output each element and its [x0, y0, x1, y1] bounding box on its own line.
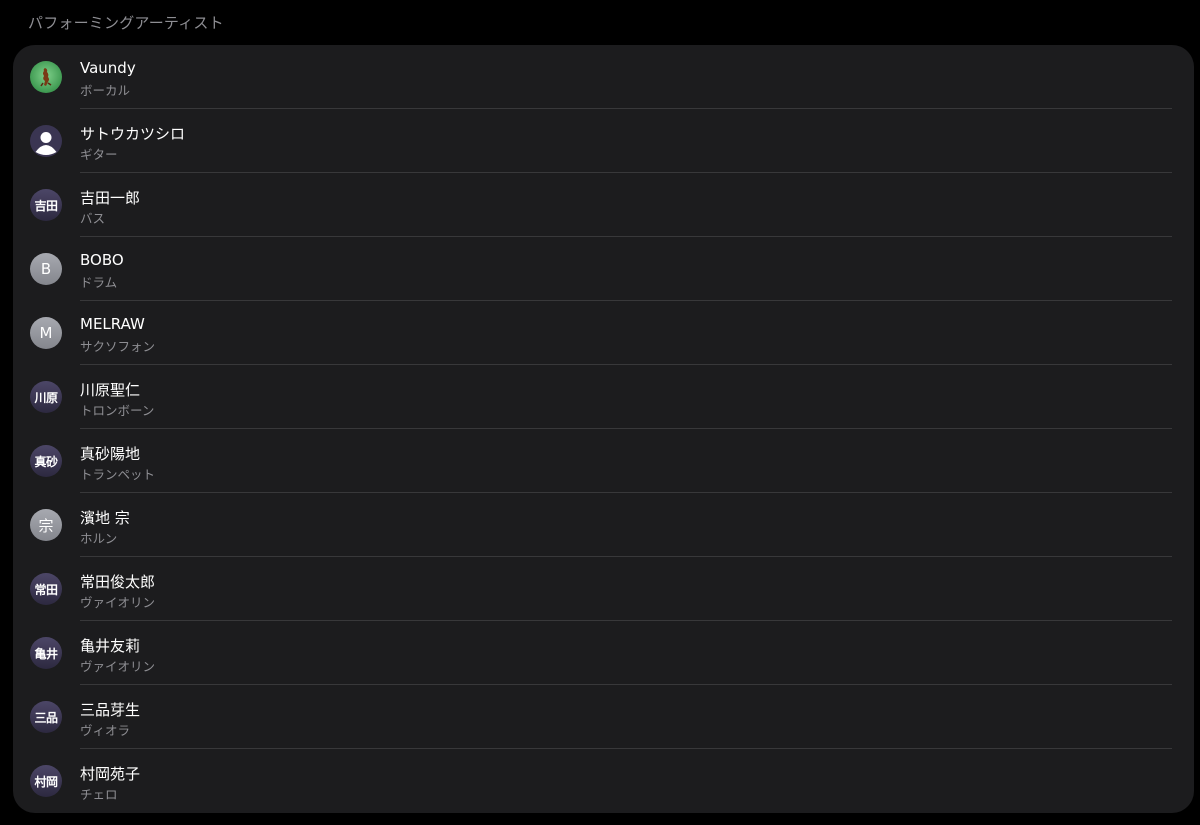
- section-header-performing-artists: パフォーミングアーティスト: [28, 14, 224, 32]
- artist-row[interactable]: 川原 川原聖仁 トロンボーン: [13, 365, 1194, 429]
- artist-name: 村岡苑子: [80, 765, 141, 783]
- avatar: 宗: [30, 509, 62, 541]
- avatar-monogram: 川原: [34, 390, 58, 405]
- avatar: M: [30, 317, 62, 349]
- artist-row[interactable]: Vaundy ボーカル: [13, 45, 1194, 109]
- artist-name: 川原聖仁: [80, 381, 141, 399]
- artist-row[interactable]: B BOBO ドラム: [13, 237, 1194, 301]
- artist-row[interactable]: 三品 三品芽生 ヴィオラ: [13, 685, 1194, 749]
- artist-row[interactable]: M MELRAW サクソフォン: [13, 301, 1194, 365]
- artist-role: チェロ: [80, 787, 118, 802]
- avatar: 吉田: [30, 189, 62, 221]
- artist-name: 亀井友莉: [80, 637, 141, 655]
- avatar-monogram: 宗: [38, 516, 54, 535]
- avatar: 川原: [30, 381, 62, 413]
- avatar-monogram: B: [40, 260, 52, 278]
- avatar-monogram: 真砂: [34, 454, 58, 469]
- artist-name: 濱地 宗: [80, 509, 130, 527]
- artist-role: トロンボーン: [80, 403, 155, 418]
- artist-name: 常田俊太郎: [80, 573, 156, 591]
- artist-name: 吉田一郎: [80, 189, 141, 207]
- artist-row[interactable]: サトウカツシロ ギター: [13, 109, 1194, 173]
- avatar-monogram: 常田: [34, 582, 58, 597]
- avatar-monogram: 吉田: [34, 198, 58, 213]
- artist-name: Vaundy: [80, 59, 136, 77]
- avatar: [30, 125, 62, 157]
- avatar-monogram: 亀井: [34, 646, 58, 661]
- artist-photo-icon: [40, 68, 52, 87]
- artist-list: Vaundy ボーカル サトウカツシロ ギター 吉田 吉田一郎 バス B BOB…: [13, 45, 1194, 813]
- avatar: 常田: [30, 573, 62, 605]
- person-placeholder-icon: [35, 132, 57, 155]
- artist-role: ギター: [80, 147, 118, 162]
- artist-name: 三品芽生: [80, 701, 141, 719]
- avatar-monogram: M: [39, 324, 53, 342]
- artist-role: ヴィオラ: [80, 723, 131, 738]
- avatar: B: [30, 253, 62, 285]
- artist-name: BOBO: [80, 251, 124, 269]
- artist-row[interactable]: 宗 濱地 宗 ホルン: [13, 493, 1194, 557]
- artist-role: トランペット: [80, 467, 156, 482]
- artist-role: ホルン: [80, 531, 118, 546]
- artist-row[interactable]: 真砂 真砂陽地 トランペット: [13, 429, 1194, 493]
- avatar: 村岡: [30, 765, 62, 797]
- artist-row[interactable]: 亀井 亀井友莉 ヴァイオリン: [13, 621, 1194, 685]
- artist-role: ドラム: [80, 275, 118, 290]
- avatar: [30, 61, 62, 93]
- avatar-monogram: 村岡: [34, 774, 58, 789]
- artist-role: ヴァイオリン: [80, 659, 156, 674]
- artist-row[interactable]: 吉田 吉田一郎 バス: [13, 173, 1194, 237]
- avatar: 亀井: [30, 637, 62, 669]
- artist-role: ヴァイオリン: [80, 595, 156, 610]
- artist-row[interactable]: 常田 常田俊太郎 ヴァイオリン: [13, 557, 1194, 621]
- avatar: 真砂: [30, 445, 62, 477]
- avatar: 三品: [30, 701, 62, 733]
- avatar-monogram: 三品: [34, 710, 58, 725]
- artist-role: バス: [80, 211, 106, 226]
- artist-role: ボーカル: [80, 83, 131, 98]
- artist-row[interactable]: 村岡 村岡苑子 チェロ: [13, 749, 1194, 813]
- artist-role: サクソフォン: [80, 339, 156, 354]
- artist-name: MELRAW: [80, 315, 145, 333]
- artist-name: サトウカツシロ: [80, 125, 186, 143]
- artist-name: 真砂陽地: [80, 445, 141, 463]
